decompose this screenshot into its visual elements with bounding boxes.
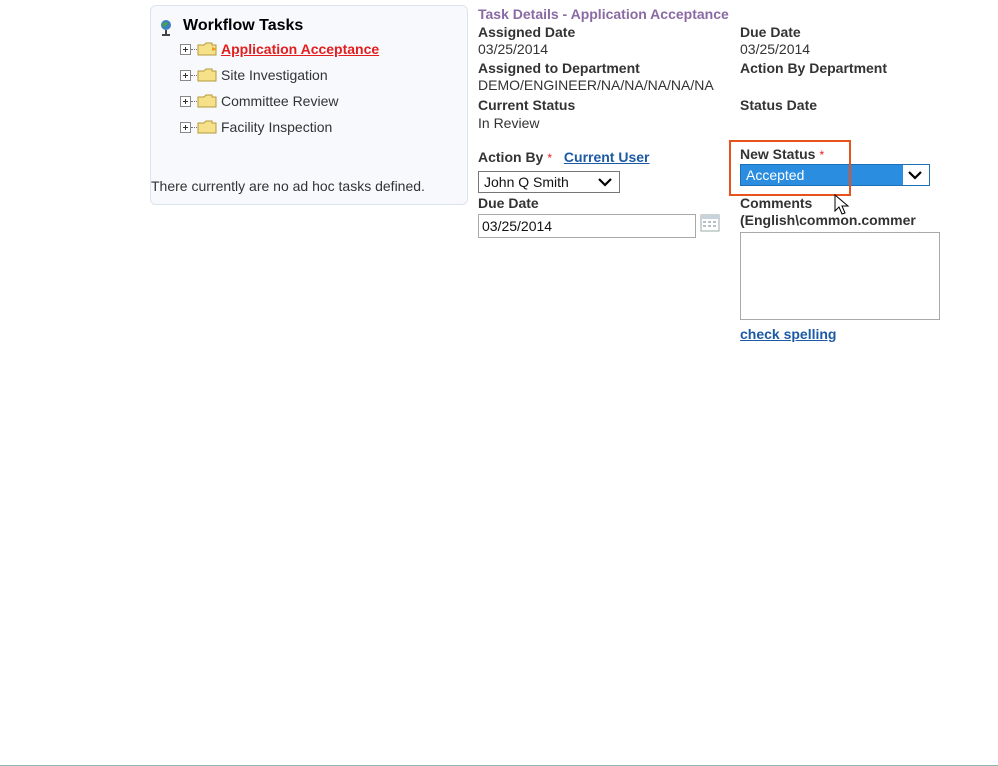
task-label-facility-inspection[interactable]: Facility Inspection	[221, 119, 332, 135]
status-date-label: Status Date	[740, 97, 818, 113]
workflow-tasks-panel: Workflow Tasks Application Acceptance Si…	[150, 5, 468, 205]
folder-icon	[197, 94, 217, 108]
task-details-title: Task Details - Application Acceptance	[478, 6, 729, 22]
comments-label: Comments	[740, 195, 813, 211]
due-date-input[interactable]: 03/25/2014	[478, 214, 696, 238]
due-date-field-label: Due Date	[478, 195, 539, 211]
expand-icon[interactable]	[180, 43, 191, 55]
chevron-down-icon	[908, 171, 922, 180]
folder-icon	[197, 120, 217, 134]
action-by-field-label: Action By * Current User	[478, 149, 650, 165]
folder-icon	[197, 42, 217, 56]
action-by-department-label: Action By Department	[740, 60, 888, 76]
assigned-date-label: Assigned Date	[478, 24, 576, 40]
due-date-label: Due Date	[740, 24, 801, 40]
chevron-down-icon	[598, 178, 612, 187]
current-user-link[interactable]: Current User	[564, 149, 650, 165]
comments-textarea[interactable]	[740, 232, 940, 320]
globe-person-icon	[161, 20, 171, 36]
due-date-value: 03/25/2014	[740, 41, 811, 57]
assigned-department-value: DEMO/ENGINEER/NA/NA/NA/NA/NA	[478, 77, 714, 93]
task-label-site-investigation[interactable]: Site Investigation	[221, 67, 328, 83]
expand-icon[interactable]	[180, 69, 191, 81]
tree-item-site-investigation[interactable]: Site Investigation	[180, 66, 328, 84]
mouse-cursor-icon	[834, 194, 850, 215]
action-by-label: Action By	[478, 149, 544, 165]
workflow-title: Workflow Tasks	[183, 17, 304, 34]
assigned-date-value: 03/25/2014	[478, 41, 549, 57]
current-status-value: In Review	[478, 115, 540, 131]
expand-icon[interactable]	[180, 95, 191, 107]
tree-item-application-acceptance[interactable]: Application Acceptance	[180, 40, 379, 58]
tree-item-facility-inspection[interactable]: Facility Inspection	[180, 118, 332, 136]
task-label-committee-review[interactable]: Committee Review	[221, 93, 338, 109]
workflow-header: Workflow Tasks	[159, 17, 303, 38]
calendar-icon[interactable]	[700, 214, 720, 232]
folder-icon	[197, 68, 217, 82]
current-status-label: Current Status	[478, 97, 576, 113]
assigned-department-label: Assigned to Department	[478, 60, 640, 76]
task-label-application-acceptance[interactable]: Application Acceptance	[221, 41, 379, 57]
check-spelling-link[interactable]: check spelling	[740, 326, 836, 342]
adhoc-tasks-message: There currently are no ad hoc tasks defi…	[151, 178, 425, 194]
tree-item-committee-review[interactable]: Committee Review	[180, 92, 338, 110]
highlight-box	[729, 140, 851, 196]
action-by-selected-value: John Q Smith	[484, 174, 569, 190]
expand-icon[interactable]	[180, 121, 191, 133]
action-by-select[interactable]: John Q Smith	[478, 171, 620, 193]
required-marker: *	[547, 151, 553, 165]
